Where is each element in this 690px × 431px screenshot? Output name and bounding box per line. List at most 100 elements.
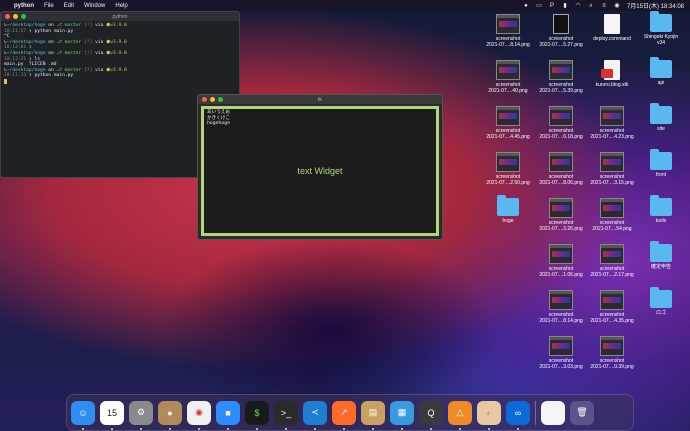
maximize-button[interactable] [21,14,26,19]
running-indicator [140,427,142,430]
image-thumbnail-icon [496,14,520,34]
status-p-icon[interactable]: P [549,3,555,9]
trash-icon[interactable]: 🗑 [570,400,594,425]
terminal-titlebar[interactable]: python [1,12,239,21]
desktop-icon-file[interactable]: screenshot 2021-07....2.17.png [589,244,635,278]
menu-app-name[interactable]: python [14,3,34,9]
terminal-green-icon[interactable]: $ [245,400,269,430]
menu-window[interactable]: Window [84,3,105,9]
running-indicator [343,427,345,430]
command-text: python main.py [34,28,74,34]
diagram-icon[interactable]: △ [448,400,472,430]
menu-edit[interactable]: Edit [64,3,74,9]
minimize-button[interactable] [13,14,18,19]
desktop-icon-folder[interactable]: tools [638,195,684,224]
desktop-icon-file[interactable]: screenshot 2021-07....4.35.png [589,290,635,324]
prompt-version: ⬢v3.9.0 [106,50,127,56]
menubar-clock[interactable]: 7月15日(木) 18:34:08 [627,1,684,10]
desktop-icon-file[interactable]: screenshot 2021-07....8.06.png [538,152,584,186]
desktop-icon-file[interactable]: screenshot 2021-07....4.23.png [589,106,635,140]
quicktime-icon[interactable]: Q [419,400,443,430]
desktop-icon-folder[interactable]: site [638,103,684,132]
terminal-line [4,78,236,85]
tk-titlebar[interactable]: tk [198,95,442,104]
icon-sublabel: 2021-07....1.06.png [539,272,583,278]
running-indicator [111,427,113,430]
system-preferences-icon[interactable]: ⚙ [129,400,153,430]
prompt-dir: ~/desktop/hoge [6,67,46,73]
desktop-icon-folder[interactable]: api [638,57,684,86]
prompt-on: on [45,67,57,73]
dock: ☺ 15 ⚙ ● ◉ ■ $ >_ ≺ ↗ ▤ ▦ Q △ ◐ ∞ 🗑 [66,394,634,431]
desktop-icon-folder[interactable]: front [638,149,684,178]
desktop-icon-file[interactable]: screenshot 2021-07....40.png [485,60,531,94]
docker-icon[interactable]: ▦ [390,400,414,430]
desktop-icon-folder[interactable]: ロゴ [638,287,684,316]
desktop-icon-file[interactable]: screenshot 2021-07....3.15.png [589,152,635,186]
preview-icon[interactable]: ◐ [477,400,501,430]
desktop-icon-file[interactable]: screenshot 2021-07....6.18.png [538,106,584,140]
siri-icon[interactable]: ◉ [614,3,620,9]
desktop-icon-folder[interactable]: 確定申告 [638,241,684,270]
prompt-version: ⬢v3.9.0 [106,39,127,45]
calendar-icon[interactable]: 15 [100,400,124,430]
search-icon[interactable]: ⌕ [588,3,594,9]
icon-label: tools [655,218,667,224]
desktop-icon-file[interactable]: screenshot 2021-07....54.png [589,198,635,232]
infinity-icon[interactable]: ∞ [506,400,530,430]
desktop-icon-file[interactable]: deploy.command [589,14,635,42]
prompt-on: on [45,50,57,56]
desktop-icon-file[interactable]: screenshot 2021-07....5.39.png [538,60,584,94]
desktop-icon-file[interactable]: screenshot 2021-07....2.50.png [485,152,531,186]
icon-label: front [655,172,666,178]
folder-icon [650,195,672,216]
image-thumbnail-icon [549,152,573,172]
finder-icon[interactable]: ☺ [71,400,95,430]
tk-window[interactable]: tk あいうえお かきくけこ hogehoge text Widget [197,94,443,240]
wifi-icon[interactable]: ◠ [575,3,581,9]
desktop-icon-folder[interactable]: Shingeki Kyojin v34 [638,11,684,46]
icon-sublabel: v34 [656,40,666,46]
terminal-icon[interactable]: >_ [274,400,298,430]
tk-title: tk [318,96,322,103]
desktop-icon-file[interactable]: screenshot 2021-07....3.26.png [538,198,584,232]
prompt-branch: master [64,39,82,45]
control-center-icon[interactable]: ≡ [601,3,607,9]
activity-chart-icon[interactable]: ↗ [332,400,356,430]
maximize-button[interactable] [218,97,223,102]
prompt-time: 18:12:01 [4,45,27,51]
icon-sublabel: 2021-07....8.14.png [539,318,583,324]
desktop-icon-file[interactable]: screenshot 2021-07....3.03.png [538,336,584,370]
menu-file[interactable]: File [44,3,54,9]
minimize-button[interactable] [210,97,215,102]
status-circle-icon[interactable]: ● [523,3,529,9]
menu-help[interactable]: Help [115,3,127,9]
desktop-icon-file[interactable]: screenshot 2021-07....8.14.png [485,14,531,48]
status-monitor-icon[interactable]: ▭ [536,3,542,9]
desktop-icon-file[interactable]: screenshot 2021-07....1.06.png [538,244,584,278]
document-icon[interactable] [541,400,565,425]
desktop-icon-file[interactable]: screenshot 2021-07....8.14.png [538,290,584,324]
terminal-cursor [4,78,7,84]
terminal-output[interactable]: ↳~/desktop/hoge on ⎇ master [!] via ⬢v3.… [1,21,239,87]
image-thumbnail-icon [549,60,573,80]
icon-sublabel: 2021-07....3.15.png [590,180,634,186]
vscode-icon[interactable]: ≺ [303,400,327,430]
toolbox-icon[interactable]: ▤ [361,400,385,430]
battery-icon[interactable]: ▮ [562,3,568,9]
image-thumbnail-icon [600,152,624,172]
close-button[interactable] [202,97,207,102]
contacts-icon[interactable]: ● [158,400,182,430]
desktop-icon-file[interactable]: screenshot 2021-07....4.45.png [485,106,531,140]
desktop-icon-file[interactable]: kuroro.blog.stk [589,60,635,88]
desktop-icon-file[interactable]: screenshot 2021-07....0.39.png [589,336,635,370]
icon-sublabel: 2021-07....4.35.png [590,318,634,324]
desktop-icon-folder[interactable]: hoge [485,195,531,224]
chrome-icon[interactable]: ◉ [187,400,211,430]
desktop-icon-file[interactable]: screenshot 2021-07....5.27.png [538,14,584,48]
close-button[interactable] [5,14,10,19]
text-widget[interactable]: あいうえお かきくけこ hogehoge text Widget [201,106,439,236]
icon-label: deploy.command [593,36,631,42]
prompt-status: [?] [81,67,93,73]
zoom-icon[interactable]: ■ [216,400,240,430]
